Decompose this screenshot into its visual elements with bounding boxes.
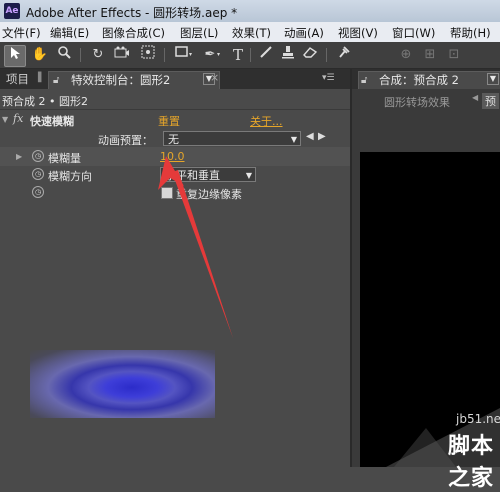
menu-help[interactable]: 帮助(H) (450, 25, 491, 41)
lock-icon[interactable]: 🔓︎ (53, 72, 59, 89)
tab-project[interactable]: 项目 (0, 71, 35, 88)
menu-bar: 文件(F) 编辑(E) 图像合成(C) 图层(L) 效果(T) 动画(A) 视图… (0, 22, 500, 43)
puppet-tool-icon[interactable] (334, 45, 354, 65)
flowchart-arrow-icon: ◀ (472, 93, 479, 102)
pen-tool-icon[interactable]: ✒ ▾ (200, 45, 220, 65)
tab-close-icon[interactable]: × (210, 71, 219, 84)
text-tool-icon[interactable]: T (228, 45, 248, 65)
blur-direction-value: 水平和垂直 (165, 169, 220, 182)
chevron-down-icon: ▼ (290, 135, 297, 144)
axis-mode-icon[interactable]: ⊕ (396, 45, 416, 65)
camera-tool-icon[interactable] (112, 45, 132, 65)
world-axis-icon[interactable]: ⊞ (420, 45, 440, 65)
chevron-down-icon: ▼ (245, 171, 252, 180)
tab-composition[interactable]: 🔓︎ 合成：预合成 2 ▼ (358, 71, 500, 89)
left-panel-tabs: 项目 ▌ 🔓︎ 特效控制台：圆形2 ▼ × ▾☰ (0, 69, 350, 89)
effect-name: 快速模糊 (30, 115, 74, 128)
param-row-repeat-edge: ◷ 重复边缘像素 (0, 183, 350, 202)
menu-view[interactable]: 视图(V) (338, 25, 378, 41)
watermark-site: jb51.net (456, 412, 500, 426)
preset-label: 动画预置： (98, 134, 153, 147)
fx-toggle-icon[interactable]: fx (13, 112, 23, 125)
stopwatch-icon[interactable]: ◷ (32, 186, 44, 198)
brush-tool-icon[interactable] (256, 45, 276, 65)
breadcrumb: 预合成 2 • 圆形2 (2, 95, 88, 108)
pan-behind-tool-icon[interactable] (138, 45, 158, 65)
preset-value: 无 (168, 133, 179, 146)
animation-preset-row: 动画预置： 无 ▼ ◀ ▶ (0, 129, 350, 148)
menu-edit[interactable]: 编辑(E) (50, 25, 89, 41)
about-link[interactable]: 关于... (250, 113, 283, 129)
zoom-tool-icon[interactable] (54, 45, 74, 65)
menu-composition[interactable]: 图像合成(C) (102, 25, 165, 41)
after-effects-app-icon: Ae (4, 3, 20, 19)
preset-dropdown[interactable]: 无 ▼ (163, 131, 301, 146)
reset-button[interactable]: 重置 (158, 113, 180, 129)
menu-effect[interactable]: 效果(T) (232, 25, 271, 41)
blurred-circle-preview (30, 350, 215, 418)
repeat-edge-label: 重复边缘像素 (176, 188, 242, 201)
param-row-blurriness: ▶ ◷ 模糊量 10.0 (0, 147, 350, 166)
blurriness-value[interactable]: 10.0 (160, 150, 185, 163)
previous-preset-icon[interactable]: ◀ (306, 131, 314, 142)
composition-nav-tab[interactable]: 预 (482, 93, 499, 109)
rectangle-tool-icon[interactable]: ▾ (172, 45, 192, 65)
menu-animation[interactable]: 动画(A) (284, 25, 324, 41)
param-row-blur-direction: ◷ 模糊方向 水平和垂直 ▼ (0, 165, 350, 184)
title-bar: Ae Adobe After Effects - 圆形转场.aep * (0, 0, 500, 22)
selection-tool-icon[interactable] (4, 45, 26, 67)
toolbar-divider (80, 48, 81, 62)
rotate-tool-icon[interactable]: ↻ (88, 45, 108, 65)
clone-stamp-tool-icon[interactable] (278, 45, 298, 65)
menu-layer[interactable]: 图层(L) (180, 25, 218, 41)
param-name-blur-direction: 模糊方向 (48, 170, 92, 183)
view-axis-icon[interactable]: ⊡ (444, 45, 464, 65)
panel-menu-icon[interactable]: ▾☰ (322, 73, 346, 85)
right-panel-tabs: 🔓︎ 合成：预合成 2 ▼ (352, 69, 500, 89)
menu-window[interactable]: 窗口(W) (392, 25, 435, 41)
next-preset-icon[interactable]: ▶ (318, 131, 326, 142)
effect-header-row: ▼ fx 快速模糊 重置 关于... (0, 110, 350, 129)
tab-effect-controls-label: 特效控制台：圆形2 (71, 73, 171, 87)
toolbar-divider (164, 48, 165, 62)
stopwatch-icon[interactable]: ◷ (32, 168, 44, 180)
toolbar-divider (326, 48, 327, 62)
collapse-triangle-icon[interactable]: ▼ (2, 115, 8, 124)
composition-breadcrumb[interactable]: 圆形转场效果 (384, 94, 450, 110)
tab-effect-controls[interactable]: 🔓︎ 特效控制台：圆形2 ▼ (48, 71, 220, 89)
toolbar-divider (250, 48, 251, 62)
watermark-name: 脚本之家 (448, 434, 495, 491)
window-title: Adobe After Effects - 圆形转场.aep * (26, 6, 238, 20)
stopwatch-icon[interactable]: ◷ (32, 150, 44, 162)
tab-dropdown-icon[interactable]: ▼ (487, 73, 499, 85)
lock-icon[interactable]: 🔓︎ (361, 72, 367, 89)
blur-direction-dropdown[interactable]: 水平和垂直 ▼ (160, 167, 256, 182)
tab-composition-label: 合成：预合成 2 (379, 73, 459, 87)
eraser-tool-icon[interactable] (300, 45, 320, 65)
expand-triangle-icon[interactable]: ▶ (16, 152, 22, 161)
tab-grip-icon: ▌ (38, 73, 45, 83)
repeat-edge-checkbox[interactable] (161, 187, 173, 199)
param-name-blurriness: 模糊量 (48, 152, 81, 165)
menu-file[interactable]: 文件(F) (2, 25, 41, 41)
hand-tool-icon[interactable]: ✋ (30, 45, 50, 65)
tools-toolbar: ✋ ↻ ▾ ✒ ▾ T ⊕ ⊞ ⊡ (0, 42, 500, 69)
